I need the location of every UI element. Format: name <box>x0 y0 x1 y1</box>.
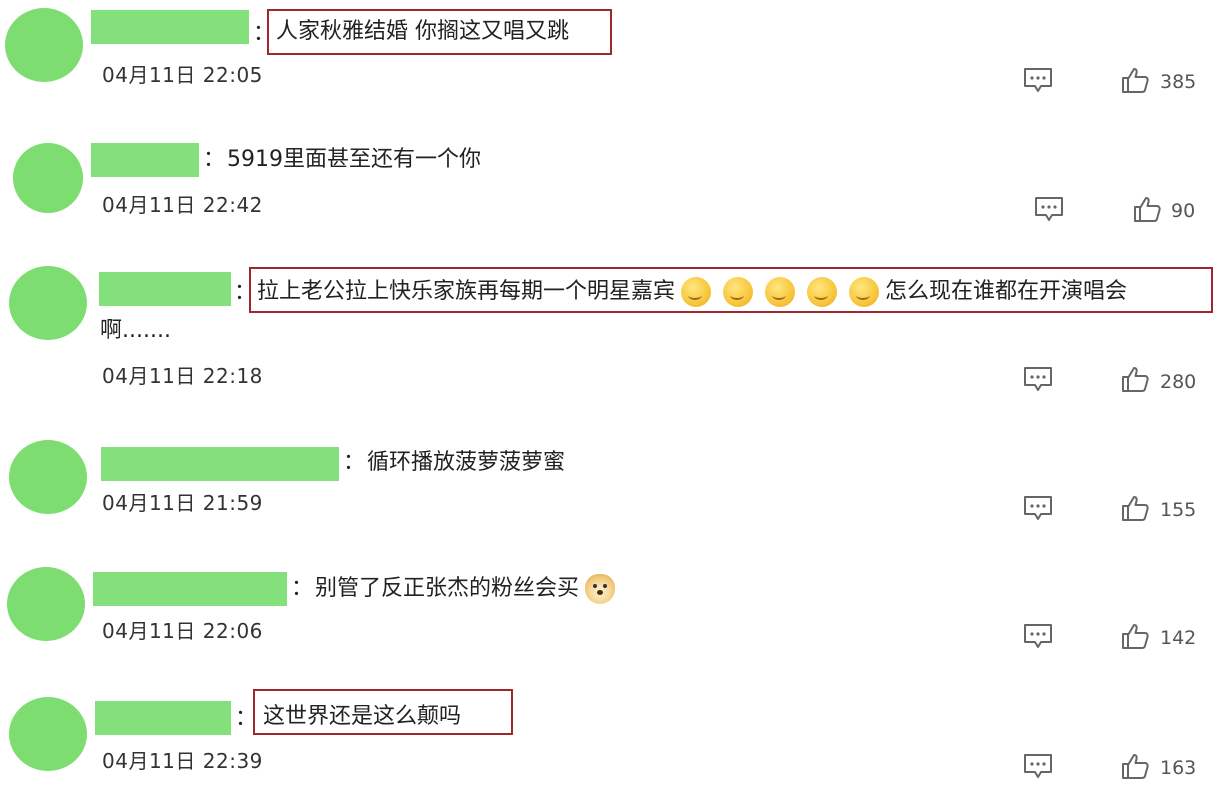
comment-timestamp: 04月11日 22:18 <box>102 364 263 388</box>
emoji-group <box>675 277 885 307</box>
username-redacted[interactable] <box>93 572 287 606</box>
username-redacted[interactable] <box>91 10 249 44</box>
comment-text: 人家秋雅结婚 你搁这又唱又跳 <box>276 19 569 44</box>
comment-text: 别管了反正张杰的粉丝会买 <box>315 574 616 604</box>
thinking-emoji-icon <box>765 277 796 307</box>
avatar[interactable] <box>9 440 87 514</box>
comment-bubble-icon[interactable] <box>1023 494 1053 522</box>
like-count: 280 <box>1160 371 1197 393</box>
comment-text: 5919里面甚至还有一个你 <box>227 147 481 172</box>
comment-bubble-icon[interactable] <box>1023 66 1053 94</box>
comment-bubble-icon[interactable] <box>1023 622 1053 650</box>
comment-text: 循环播放菠萝菠萝蜜 <box>367 450 566 475</box>
comment-text-part: 怎么现在谁都在开演唱会 <box>885 279 1128 304</box>
thinking-emoji-icon <box>681 277 712 307</box>
username-redacted[interactable] <box>95 701 231 735</box>
like-count: 163 <box>1160 757 1197 779</box>
thinking-emoji-icon <box>723 277 754 307</box>
colon: ： <box>343 450 366 475</box>
thumbs-up-icon[interactable] <box>1121 752 1149 780</box>
comment-timestamp: 04月11日 22:42 <box>102 193 263 217</box>
comment-text-part: 别管了反正张杰的粉丝会买 <box>315 576 580 601</box>
avatar[interactable] <box>5 8 83 82</box>
comment-timestamp: 04月11日 22:39 <box>102 749 263 773</box>
thumbs-up-icon[interactable] <box>1121 365 1149 393</box>
username-redacted[interactable] <box>99 272 231 306</box>
thinking-emoji-icon <box>807 277 838 307</box>
like-count: 385 <box>1160 71 1197 93</box>
comment-timestamp: 04月11日 21:59 <box>102 491 263 515</box>
username-redacted[interactable] <box>101 447 339 481</box>
comment-text: 这世界还是这么颠吗 <box>263 704 462 729</box>
comment-timestamp: 04月11日 22:06 <box>102 619 263 643</box>
comment-bubble-icon[interactable] <box>1023 752 1053 780</box>
doge-emoji-icon <box>585 574 616 604</box>
avatar[interactable] <box>9 697 87 771</box>
thumbs-up-icon[interactable] <box>1133 195 1161 223</box>
comment-text-wrap: 啊....... <box>100 318 171 343</box>
like-count: 90 <box>1171 200 1196 222</box>
comment-text: 拉上老公拉上快乐家族再每期一个明星嘉宾 怎么现在谁都在开演唱会 <box>257 277 1127 307</box>
comment-text-part: 拉上老公拉上快乐家族再每期一个明星嘉宾 <box>257 279 676 304</box>
avatar[interactable] <box>9 266 87 340</box>
username-redacted[interactable] <box>91 143 199 177</box>
like-count: 142 <box>1160 627 1197 649</box>
comment-bubble-icon[interactable] <box>1034 195 1064 223</box>
thinking-emoji-icon <box>849 277 880 307</box>
colon: ： <box>291 576 314 601</box>
colon: ： <box>203 147 226 172</box>
like-count: 155 <box>1160 499 1197 521</box>
thumbs-up-icon[interactable] <box>1121 66 1149 94</box>
comment-timestamp: 04月11日 22:05 <box>102 63 263 87</box>
comment-bubble-icon[interactable] <box>1023 365 1053 393</box>
thumbs-up-icon[interactable] <box>1121 622 1149 650</box>
avatar[interactable] <box>7 567 85 641</box>
thumbs-up-icon[interactable] <box>1121 494 1149 522</box>
avatar[interactable] <box>13 143 83 213</box>
